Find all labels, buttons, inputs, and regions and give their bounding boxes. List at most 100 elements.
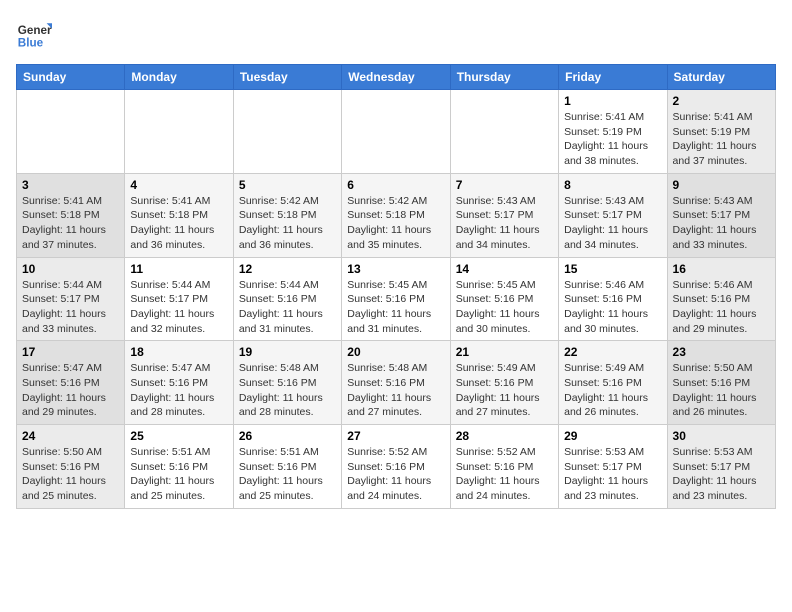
calendar-body: 1 Sunrise: 5:41 AMSunset: 5:19 PMDaylight… bbox=[17, 90, 776, 509]
svg-text:General: General bbox=[18, 24, 52, 37]
calendar-cell: 2Sunrise: 5:41 AMSunset: 5:19 PMDaylight… bbox=[667, 90, 775, 174]
day-info: Sunrise: 5:44 AMSunset: 5:17 PMDaylight:… bbox=[130, 278, 227, 337]
calendar-cell: 23 Sunrise: 5:50 AMSunset: 5:16 PMDayligh… bbox=[667, 341, 775, 425]
weekday-header-friday: Friday bbox=[559, 65, 667, 90]
calendar-cell: 26 Sunrise: 5:51 AMSunset: 5:16 PMDayligh… bbox=[233, 425, 341, 509]
calendar-table: SundayMondayTuesdayWednesdayThursdayFrid… bbox=[16, 64, 776, 509]
day-info: Sunrise: 5:51 AMSunset: 5:16 PMDaylight:… bbox=[130, 445, 227, 504]
day-info: Sunrise: 5:42 AMSunset: 5:18 PMDaylight:… bbox=[239, 194, 336, 253]
day-number: 20 bbox=[347, 345, 444, 359]
week-row-4: 17 Sunrise: 5:47 AMSunset: 5:16 PMDayligh… bbox=[17, 341, 776, 425]
calendar-cell: 13 Sunrise: 5:45 AMSunset: 5:16 PMDayligh… bbox=[342, 257, 450, 341]
calendar-cell: 29 Sunrise: 5:53 AMSunset: 5:17 PMDayligh… bbox=[559, 425, 667, 509]
day-info: Sunrise: 5:45 AMSunset: 5:16 PMDaylight:… bbox=[347, 278, 444, 337]
calendar-cell: 4 Sunrise: 5:41 AMSunset: 5:18 PMDaylight… bbox=[125, 173, 233, 257]
svg-text:Blue: Blue bbox=[18, 37, 44, 50]
calendar-cell: 12 Sunrise: 5:44 AMSunset: 5:16 PMDayligh… bbox=[233, 257, 341, 341]
calendar-cell: 16 Sunrise: 5:46 AMSunset: 5:16 PMDayligh… bbox=[667, 257, 775, 341]
day-number: 23 bbox=[673, 345, 770, 359]
day-number: 25 bbox=[130, 429, 227, 443]
logo-icon: General Blue bbox=[16, 16, 52, 52]
week-row-2: 3 Sunrise: 5:41 AMSunset: 5:18 PMDaylight… bbox=[17, 173, 776, 257]
calendar-cell: 8 Sunrise: 5:43 AMSunset: 5:17 PMDaylight… bbox=[559, 173, 667, 257]
day-number: 22 bbox=[564, 345, 661, 359]
weekday-header-tuesday: Tuesday bbox=[233, 65, 341, 90]
day-number: 30 bbox=[673, 429, 770, 443]
day-info: Sunrise: 5:45 AMSunset: 5:16 PMDaylight:… bbox=[456, 278, 553, 337]
day-info: Sunrise: 5:41 AMSunset: 5:19 PMDaylight:… bbox=[673, 110, 770, 169]
day-info: Sunrise: 5:50 AMSunset: 5:16 PMDaylight:… bbox=[673, 361, 770, 420]
day-number: 15 bbox=[564, 262, 661, 276]
day-number: 3 bbox=[22, 178, 119, 192]
day-number: 17 bbox=[22, 345, 119, 359]
day-info: Sunrise: 5:41 AMSunset: 5:18 PMDaylight:… bbox=[130, 194, 227, 253]
day-info: Sunrise: 5:46 AMSunset: 5:16 PMDaylight:… bbox=[673, 278, 770, 337]
day-number: 9 bbox=[673, 178, 770, 192]
calendar-cell: 6Sunrise: 5:42 AMSunset: 5:18 PMDaylight… bbox=[342, 173, 450, 257]
calendar-cell: 18 Sunrise: 5:47 AMSunset: 5:16 PMDayligh… bbox=[125, 341, 233, 425]
calendar-cell: 22 Sunrise: 5:49 AMSunset: 5:16 PMDayligh… bbox=[559, 341, 667, 425]
calendar-cell: 5 Sunrise: 5:42 AMSunset: 5:18 PMDaylight… bbox=[233, 173, 341, 257]
weekday-header-sunday: Sunday bbox=[17, 65, 125, 90]
day-info: Sunrise: 5:52 AMSunset: 5:16 PMDaylight:… bbox=[347, 445, 444, 504]
day-info: Sunrise: 5:50 AMSunset: 5:16 PMDaylight:… bbox=[22, 445, 119, 504]
calendar-cell: 25 Sunrise: 5:51 AMSunset: 5:16 PMDayligh… bbox=[125, 425, 233, 509]
day-info: Sunrise: 5:53 AMSunset: 5:17 PMDaylight:… bbox=[564, 445, 661, 504]
calendar-cell bbox=[233, 90, 341, 174]
day-info: Sunrise: 5:41 AMSunset: 5:19 PMDaylight:… bbox=[564, 110, 661, 169]
weekday-header-monday: Monday bbox=[125, 65, 233, 90]
day-number: 8 bbox=[564, 178, 661, 192]
week-row-5: 24 Sunrise: 5:50 AMSunset: 5:16 PMDayligh… bbox=[17, 425, 776, 509]
calendar-cell bbox=[450, 90, 558, 174]
day-number: 12 bbox=[239, 262, 336, 276]
calendar-cell: 20 Sunrise: 5:48 AMSunset: 5:16 PMDayligh… bbox=[342, 341, 450, 425]
day-info: Sunrise: 5:44 AMSunset: 5:16 PMDaylight:… bbox=[239, 278, 336, 337]
day-number: 10 bbox=[22, 262, 119, 276]
calendar-cell: 9Sunrise: 5:43 AMSunset: 5:17 PMDaylight… bbox=[667, 173, 775, 257]
day-number: 16 bbox=[673, 262, 770, 276]
day-info: Sunrise: 5:41 AMSunset: 5:18 PMDaylight:… bbox=[22, 194, 119, 253]
day-info: Sunrise: 5:44 AMSunset: 5:17 PMDaylight:… bbox=[22, 278, 119, 337]
calendar-cell: 17 Sunrise: 5:47 AMSunset: 5:16 PMDayligh… bbox=[17, 341, 125, 425]
day-number: 19 bbox=[239, 345, 336, 359]
calendar-cell: 1 Sunrise: 5:41 AMSunset: 5:19 PMDaylight… bbox=[559, 90, 667, 174]
calendar-cell bbox=[17, 90, 125, 174]
calendar-cell: 24 Sunrise: 5:50 AMSunset: 5:16 PMDayligh… bbox=[17, 425, 125, 509]
day-number: 13 bbox=[347, 262, 444, 276]
calendar-cell: 30Sunrise: 5:53 AMSunset: 5:17 PMDayligh… bbox=[667, 425, 775, 509]
weekday-header-saturday: Saturday bbox=[667, 65, 775, 90]
day-number: 11 bbox=[130, 262, 227, 276]
day-number: 18 bbox=[130, 345, 227, 359]
day-info: Sunrise: 5:46 AMSunset: 5:16 PMDaylight:… bbox=[564, 278, 661, 337]
calendar-cell: 7Sunrise: 5:43 AMSunset: 5:17 PMDaylight… bbox=[450, 173, 558, 257]
day-number: 26 bbox=[239, 429, 336, 443]
day-number: 4 bbox=[130, 178, 227, 192]
calendar-cell: 15 Sunrise: 5:46 AMSunset: 5:16 PMDayligh… bbox=[559, 257, 667, 341]
calendar-cell: 3 Sunrise: 5:41 AMSunset: 5:18 PMDaylight… bbox=[17, 173, 125, 257]
calendar-cell: 28Sunrise: 5:52 AMSunset: 5:16 PMDayligh… bbox=[450, 425, 558, 509]
day-number: 7 bbox=[456, 178, 553, 192]
day-info: Sunrise: 5:51 AMSunset: 5:16 PMDaylight:… bbox=[239, 445, 336, 504]
calendar-cell: 21Sunrise: 5:49 AMSunset: 5:16 PMDayligh… bbox=[450, 341, 558, 425]
day-number: 28 bbox=[456, 429, 553, 443]
day-info: Sunrise: 5:43 AMSunset: 5:17 PMDaylight:… bbox=[564, 194, 661, 253]
day-number: 24 bbox=[22, 429, 119, 443]
day-number: 29 bbox=[564, 429, 661, 443]
week-row-1: 1 Sunrise: 5:41 AMSunset: 5:19 PMDaylight… bbox=[17, 90, 776, 174]
day-info: Sunrise: 5:49 AMSunset: 5:16 PMDaylight:… bbox=[564, 361, 661, 420]
calendar-cell: 14Sunrise: 5:45 AMSunset: 5:16 PMDayligh… bbox=[450, 257, 558, 341]
day-info: Sunrise: 5:47 AMSunset: 5:16 PMDaylight:… bbox=[22, 361, 119, 420]
day-number: 1 bbox=[564, 94, 661, 108]
weekday-header-row: SundayMondayTuesdayWednesdayThursdayFrid… bbox=[17, 65, 776, 90]
calendar-cell: 10 Sunrise: 5:44 AMSunset: 5:17 PMDayligh… bbox=[17, 257, 125, 341]
calendar-cell bbox=[342, 90, 450, 174]
calendar-cell: 19 Sunrise: 5:48 AMSunset: 5:16 PMDayligh… bbox=[233, 341, 341, 425]
page-header: General Blue bbox=[16, 16, 776, 52]
day-info: Sunrise: 5:48 AMSunset: 5:16 PMDaylight:… bbox=[347, 361, 444, 420]
day-info: Sunrise: 5:47 AMSunset: 5:16 PMDaylight:… bbox=[130, 361, 227, 420]
calendar-cell: 27Sunrise: 5:52 AMSunset: 5:16 PMDayligh… bbox=[342, 425, 450, 509]
weekday-header-wednesday: Wednesday bbox=[342, 65, 450, 90]
weekday-header-thursday: Thursday bbox=[450, 65, 558, 90]
day-info: Sunrise: 5:48 AMSunset: 5:16 PMDaylight:… bbox=[239, 361, 336, 420]
day-number: 5 bbox=[239, 178, 336, 192]
